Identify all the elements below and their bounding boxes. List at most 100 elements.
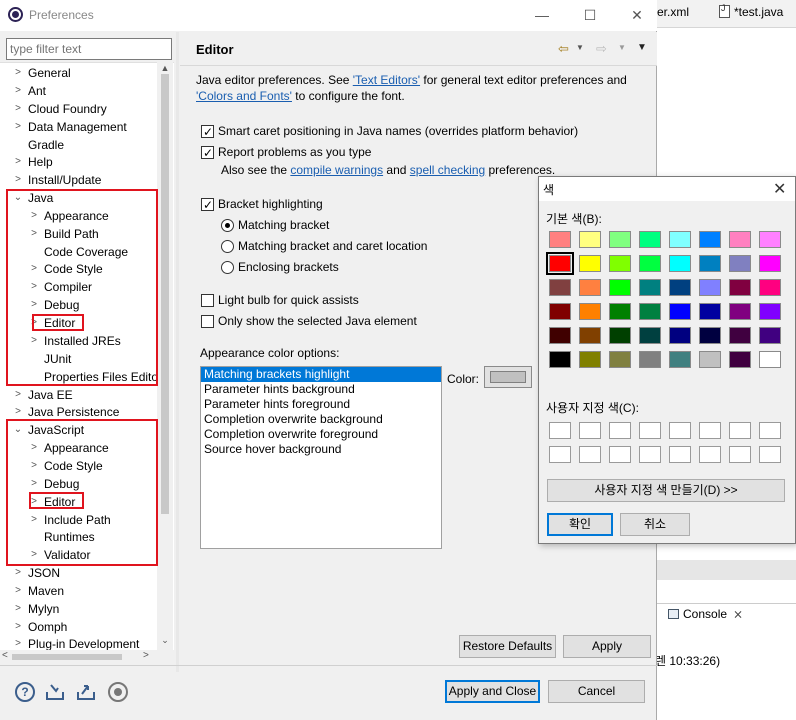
checkbox-checked[interactable]: [201, 123, 214, 141]
color-swatch[interactable]: [669, 231, 691, 248]
chevron-right-icon[interactable]: >: [13, 635, 23, 650]
color-swatch[interactable]: [729, 279, 751, 296]
color-swatch[interactable]: [669, 303, 691, 320]
filter-input[interactable]: [6, 38, 172, 60]
color-swatch[interactable]: [609, 327, 631, 344]
color-swatch[interactable]: [759, 255, 781, 272]
console-close-icon[interactable]: ⨯: [733, 607, 743, 621]
color-swatch[interactable]: [639, 279, 661, 296]
color-swatch[interactable]: [609, 303, 631, 320]
custom-color-slot[interactable]: [639, 446, 661, 463]
scroll-right-icon[interactable]: >: [143, 650, 149, 661]
color-swatch[interactable]: [546, 252, 574, 275]
color-swatch[interactable]: [759, 231, 781, 248]
checkbox-checked[interactable]: [201, 196, 214, 214]
list-item[interactable]: Source hover background: [201, 442, 441, 457]
colors-fonts-link[interactable]: 'Colors and Fonts': [196, 89, 292, 103]
cancel-button[interactable]: 취소: [620, 513, 690, 536]
color-swatch[interactable]: [549, 231, 571, 248]
color-swatch[interactable]: [759, 327, 781, 344]
custom-color-slot[interactable]: [579, 446, 601, 463]
chevron-right-icon[interactable]: >: [13, 171, 23, 189]
chevron-right-icon[interactable]: >: [13, 153, 23, 171]
chevron-right-icon[interactable]: >: [13, 600, 23, 618]
color-swatch[interactable]: [609, 231, 631, 248]
color-swatch[interactable]: [699, 231, 721, 248]
color-swatch[interactable]: [729, 255, 751, 272]
ok-button[interactable]: 확인: [547, 513, 613, 536]
custom-color-slot[interactable]: [669, 446, 691, 463]
export-icon[interactable]: [76, 682, 96, 702]
appearance-color-list[interactable]: Matching brackets highlight Parameter hi…: [200, 366, 442, 549]
ide-scrollbar[interactable]: [657, 560, 796, 580]
restore-defaults-button[interactable]: Restore Defaults: [459, 635, 556, 658]
custom-color-slot[interactable]: [759, 446, 781, 463]
color-swatch[interactable]: [759, 351, 781, 368]
color-swatch[interactable]: [579, 231, 601, 248]
editor-tab-java[interactable]: *test.java: [719, 3, 783, 19]
editor-tab-xml[interactable]: er.xml: [657, 5, 689, 19]
color-swatch[interactable]: [699, 303, 721, 320]
color-swatch[interactable]: [549, 351, 571, 368]
color-swatch[interactable]: [639, 327, 661, 344]
checkbox-unchecked[interactable]: [201, 315, 214, 328]
color-swatch[interactable]: [639, 303, 661, 320]
scrollbar-thumb[interactable]: [12, 654, 122, 660]
custom-color-slot[interactable]: [579, 422, 601, 439]
maximize-button[interactable]: ☐: [575, 4, 605, 26]
apply-and-close-button[interactable]: Apply and Close: [445, 680, 540, 703]
tree-horizontal-scrollbar[interactable]: < >: [0, 650, 157, 664]
text-editors-link[interactable]: 'Text Editors': [353, 73, 420, 87]
custom-color-slot[interactable]: [549, 422, 571, 439]
chevron-right-icon[interactable]: >: [13, 618, 23, 636]
color-swatch[interactable]: [759, 303, 781, 320]
color-swatch[interactable]: [579, 351, 601, 368]
spell-checking-link[interactable]: spell checking: [410, 163, 485, 177]
custom-color-slot[interactable]: [729, 446, 751, 463]
color-swatch[interactable]: [729, 327, 751, 344]
color-swatch[interactable]: [549, 279, 571, 296]
forward-arrow-icon[interactable]: ⇨: [596, 41, 607, 57]
custom-color-slot[interactable]: [699, 446, 721, 463]
close-button[interactable]: ✕: [622, 4, 652, 26]
custom-color-slot[interactable]: [699, 422, 721, 439]
color-swatch[interactable]: [729, 231, 751, 248]
compile-warnings-link[interactable]: compile warnings: [290, 163, 383, 177]
list-item[interactable]: Parameter hints background: [201, 382, 441, 397]
color-swatch[interactable]: [669, 327, 691, 344]
color-swatch[interactable]: [579, 303, 601, 320]
list-item[interactable]: Parameter hints foreground: [201, 397, 441, 412]
chevron-right-icon[interactable]: >: [13, 564, 23, 582]
import-icon[interactable]: [45, 682, 65, 702]
pane-divider[interactable]: [176, 32, 179, 672]
color-swatch[interactable]: [729, 351, 751, 368]
color-swatch[interactable]: [549, 327, 571, 344]
color-swatch[interactable]: [579, 327, 601, 344]
color-swatch[interactable]: [609, 255, 631, 272]
chevron-right-icon[interactable]: >: [13, 582, 23, 600]
checkbox-checked[interactable]: [201, 144, 214, 162]
color-swatch[interactable]: [639, 231, 661, 248]
console-tab[interactable]: Console ⨯: [668, 607, 743, 621]
define-custom-colors-button[interactable]: 사용자 지정 색 만들기(D) >>: [547, 479, 785, 502]
custom-color-slot[interactable]: [609, 422, 631, 439]
color-swatch[interactable]: [699, 327, 721, 344]
list-item[interactable]: Matching brackets highlight: [201, 367, 441, 382]
chevron-right-icon[interactable]: >: [13, 64, 23, 82]
color-swatch[interactable]: [609, 351, 631, 368]
apply-button[interactable]: Apply: [563, 635, 651, 658]
custom-color-slot[interactable]: [669, 422, 691, 439]
custom-color-slot[interactable]: [639, 422, 661, 439]
color-swatch[interactable]: [669, 351, 691, 368]
help-icon[interactable]: ?: [15, 682, 35, 702]
radio-unselected[interactable]: [221, 240, 234, 253]
radio-selected[interactable]: [221, 219, 234, 232]
color-swatch[interactable]: [699, 255, 721, 272]
back-arrow-icon[interactable]: ⇦: [558, 41, 569, 57]
color-swatch[interactable]: [729, 303, 751, 320]
color-picker-button[interactable]: [484, 366, 532, 388]
cancel-button[interactable]: Cancel: [548, 680, 645, 703]
view-menu-icon[interactable]: ▼: [637, 42, 647, 53]
chevron-right-icon[interactable]: >: [13, 386, 23, 404]
scrollbar-thumb[interactable]: [161, 74, 169, 514]
